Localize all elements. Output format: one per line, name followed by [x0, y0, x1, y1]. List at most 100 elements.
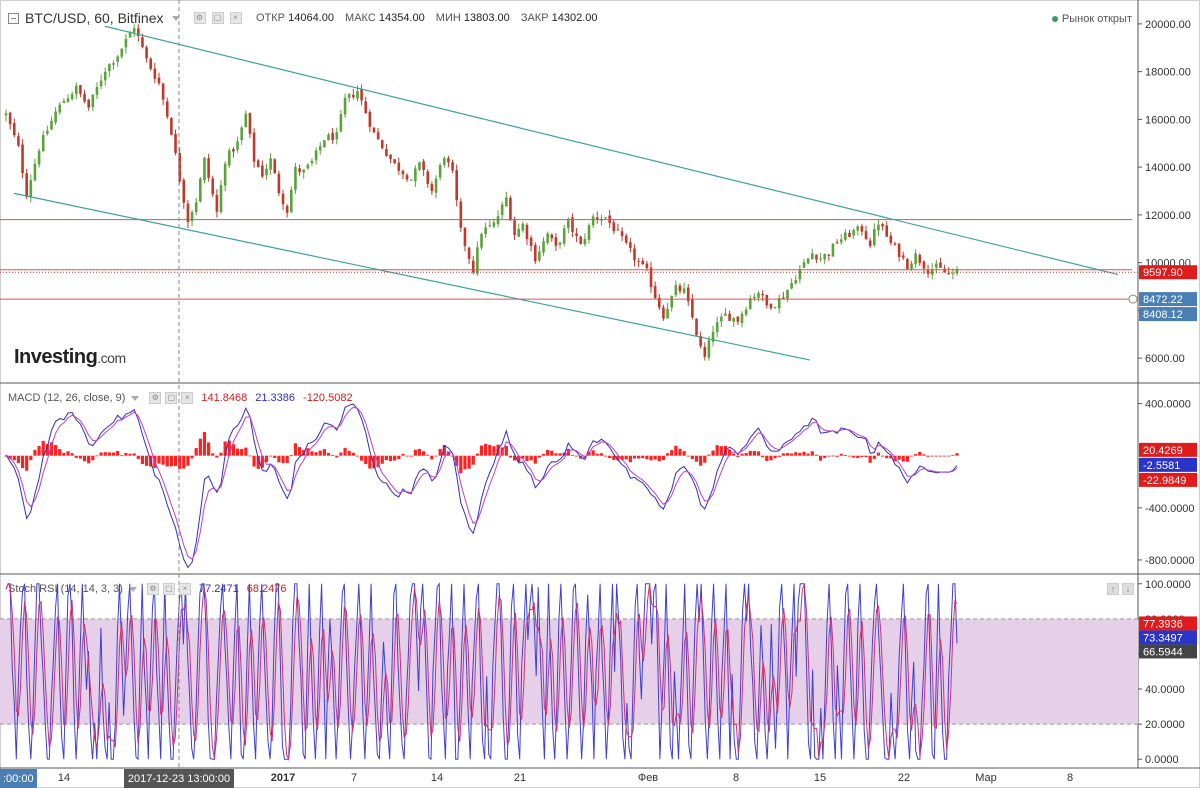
settings-icon[interactable]: ⚙: [149, 392, 162, 404]
chevron-down-icon[interactable]: [131, 395, 140, 401]
macd-bar: [202, 432, 207, 456]
candle-body: [595, 217, 599, 220]
macd-legend[interactable]: MACD (12, 26, close, 9) ⚙ ▢ × 141.8468 2…: [8, 392, 353, 404]
candle-body: [405, 175, 409, 180]
macd-bar: [835, 455, 839, 457]
candle-body: [33, 163, 37, 181]
format-icon[interactable]: ▢: [211, 12, 224, 24]
candle-body: [794, 280, 798, 284]
macd-bar: [488, 444, 492, 456]
macd-bar: [856, 455, 860, 459]
close-icon[interactable]: ×: [178, 583, 191, 595]
macd-bar: [661, 455, 666, 461]
candle-body: [352, 94, 355, 98]
macd-bar: [244, 447, 248, 456]
close-icon[interactable]: ×: [181, 392, 194, 404]
candle-body: [815, 254, 818, 260]
candle-body: [732, 317, 736, 322]
move-up-icon[interactable]: ↑: [1107, 583, 1119, 595]
macd-bar: [922, 454, 926, 456]
format-icon[interactable]: ▢: [165, 392, 178, 404]
macd-bar: [756, 451, 761, 456]
candle-body: [695, 318, 698, 336]
macd-bar: [678, 448, 682, 456]
chevron-down-icon[interactable]: [171, 15, 180, 21]
settings-icon[interactable]: ⚙: [146, 583, 159, 595]
candle-body: [736, 316, 740, 322]
candle-body: [128, 32, 132, 38]
y-tick-label: 16000.00: [1145, 114, 1191, 126]
macd-bar: [194, 448, 198, 456]
candle-body: [583, 238, 587, 245]
candle-body: [666, 308, 669, 319]
candle-body: [463, 227, 467, 247]
candle-body: [567, 218, 570, 228]
macd-bar: [70, 453, 74, 456]
macd-bar: [173, 455, 178, 467]
candle-body: [8, 112, 12, 125]
macd-bar: [777, 455, 781, 457]
y-tick-label: -400.0000: [1145, 503, 1195, 515]
macd-bar: [161, 455, 165, 465]
macd-bar: [29, 455, 33, 461]
macd-bar: [641, 455, 645, 459]
format-icon[interactable]: ▢: [162, 583, 175, 595]
macd-bar: [744, 453, 748, 456]
macd-bar: [694, 455, 699, 462]
macd-bar: [62, 452, 66, 456]
candle-body: [356, 91, 359, 99]
candle-body: [91, 94, 95, 108]
macd-bar: [20, 455, 25, 469]
macd-bar: [74, 455, 78, 458]
candle-body: [306, 164, 310, 169]
candle-body: [339, 114, 343, 132]
macd-bar: [91, 455, 95, 461]
candle-body: [269, 158, 272, 170]
macd-bar: [318, 450, 322, 456]
macd-bar: [930, 455, 934, 457]
candle-body: [538, 251, 541, 261]
candle-body: [87, 99, 90, 108]
candle-body: [62, 100, 66, 103]
candle-body: [451, 162, 454, 171]
candle-body: [877, 224, 880, 231]
macd-bar: [364, 455, 368, 465]
candle-body: [558, 242, 562, 245]
candle-body: [839, 239, 843, 243]
candle-body: [864, 231, 868, 239]
macd-bar: [831, 455, 835, 457]
candle-body: [240, 127, 243, 141]
close-value: 14302.00: [551, 12, 598, 24]
candle-body: [720, 316, 723, 322]
symbol-title[interactable]: BTC/USD, 60, Bitfinex ⚙ ▢ ×: [8, 10, 242, 26]
macd-bar: [215, 455, 219, 458]
macd-bar: [95, 455, 99, 457]
x-tick-label: 8: [1067, 772, 1073, 784]
high-label: МАКС: [345, 12, 376, 24]
stoch-legend[interactable]: Stoch RSI (14, 14, 3, 3) ⚙ ▢ × 77.2471 6…: [8, 583, 286, 595]
chevron-down-icon[interactable]: [128, 586, 137, 592]
candle-body: [149, 58, 153, 69]
macd-bar: [905, 455, 909, 462]
candle-body: [182, 180, 186, 203]
macd-bar: [843, 455, 847, 456]
move-down-icon[interactable]: ↓: [1122, 583, 1134, 595]
settings-icon[interactable]: ⚙: [193, 12, 206, 24]
level-price-label: 8408.12: [1143, 309, 1183, 321]
macd-bar: [897, 455, 901, 460]
close-icon[interactable]: ×: [229, 12, 242, 24]
macd-bar: [479, 445, 484, 456]
candle-body: [773, 306, 777, 308]
candle-body: [248, 112, 252, 134]
candle-body: [211, 178, 215, 195]
macd-bar: [546, 450, 550, 456]
macd-bar: [219, 452, 223, 456]
macd-bar: [430, 455, 434, 460]
macd-bar: [769, 455, 773, 461]
collapse-icon[interactable]: [8, 12, 19, 24]
macd-bar: [277, 455, 281, 463]
candle-body: [901, 255, 905, 258]
candle-body: [103, 71, 107, 81]
macd-bar: [818, 455, 823, 461]
candle-body: [505, 197, 508, 207]
